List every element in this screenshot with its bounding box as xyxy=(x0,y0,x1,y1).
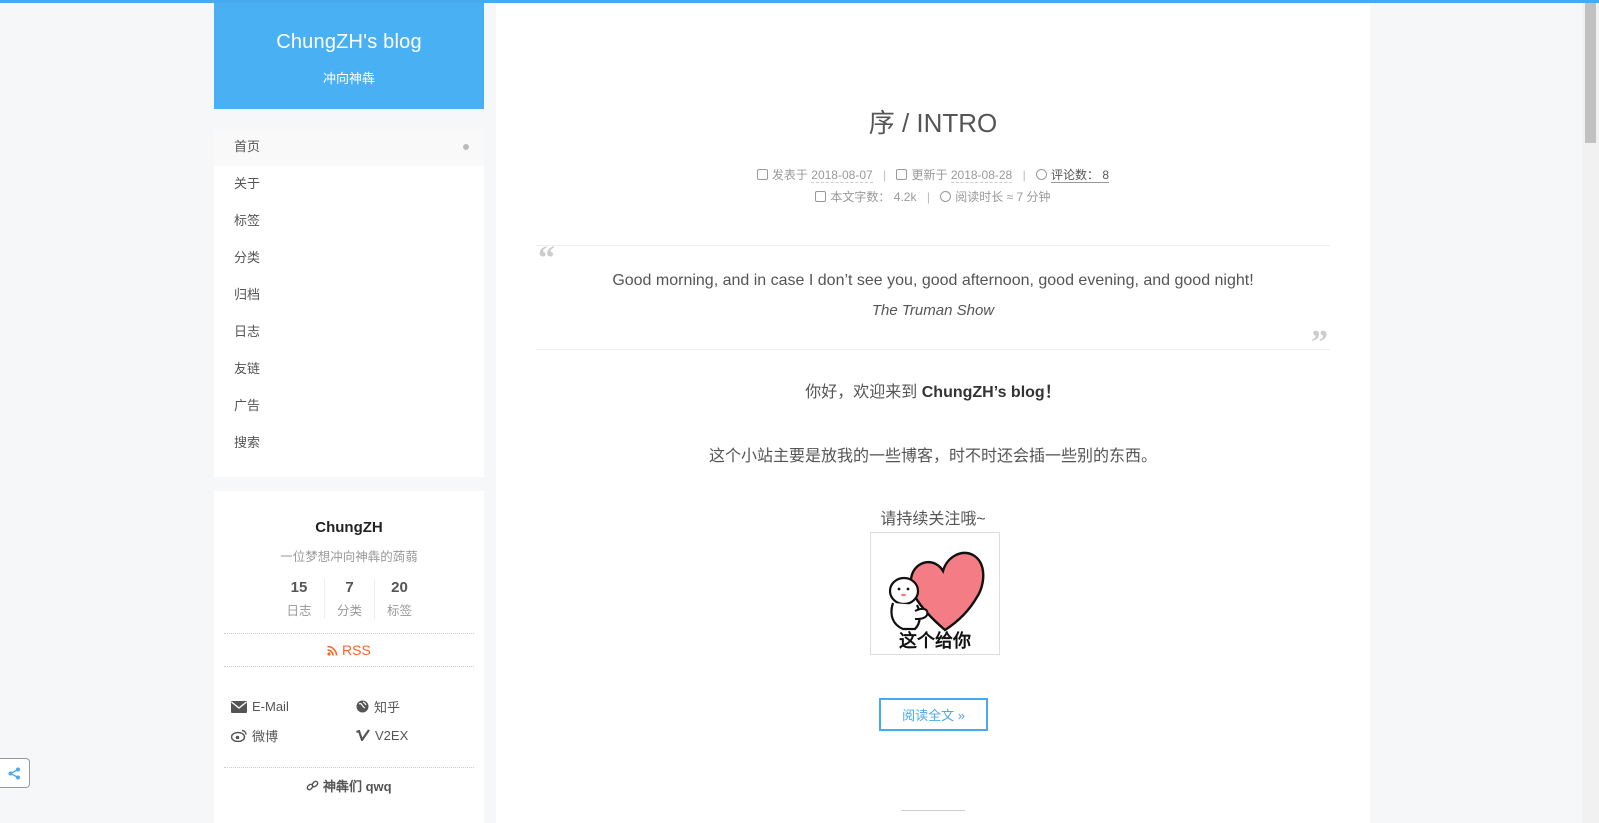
menu-item-tags[interactable]: 标签 xyxy=(214,203,484,240)
menu-item-label: 搜索 xyxy=(234,436,261,451)
link-label: 知乎 xyxy=(374,700,401,715)
clock-icon xyxy=(940,191,952,202)
author-description: 一位梦想冲向神犇的蒟蒻 xyxy=(280,549,418,564)
calendar-icon xyxy=(756,169,768,180)
quote-source: The Truman Show xyxy=(871,302,995,319)
social-links: E-Mail 知乎 微博 V2EX xyxy=(231,697,484,745)
rss-label: RSS xyxy=(342,642,371,658)
read-more-button[interactable]: 阅读全文 » xyxy=(879,698,988,731)
menu-item-label: 友链 xyxy=(234,362,261,377)
author-profile: ChungZH 一位梦想冲向神犇的蒟蒻 15 日志 7 分类 20 标签 RSS… xyxy=(214,491,484,823)
active-dot-icon xyxy=(463,144,469,150)
stat-label: 分类 xyxy=(336,603,362,618)
menu-item-logs[interactable]: 日志 xyxy=(214,314,484,351)
weibo-link[interactable]: 微博 xyxy=(231,726,356,745)
menu-item-categories[interactable]: 分类 xyxy=(214,240,484,277)
comment-icon xyxy=(1036,169,1048,180)
link-label: 微博 xyxy=(252,729,279,744)
author-name: ChungZH xyxy=(315,519,383,536)
quote-open-icon: “ xyxy=(538,240,555,277)
post-container: 序 / INTRO 发表于 2018-08-07 | 更新于 2018-08-2… xyxy=(496,3,1370,823)
friends-label: 神犇们 qwq xyxy=(323,779,392,794)
share-button[interactable] xyxy=(0,758,30,788)
quote-text: Good morning, and in case I don’t see yo… xyxy=(612,272,1254,289)
friends-links-title[interactable]: 神犇们 qwq xyxy=(224,767,474,795)
readtime-label: 阅读时长 ≈ xyxy=(955,190,1014,204)
menu-item-home[interactable]: 首页 xyxy=(214,129,484,166)
file-word-icon xyxy=(815,191,827,202)
menu-item-ads[interactable]: 广告 xyxy=(214,388,484,425)
greeting-blog-name: ChungZH’s blog！ xyxy=(921,384,1061,401)
stat-tags[interactable]: 20 标签 xyxy=(374,579,424,619)
stat-categories[interactable]: 7 分类 xyxy=(324,579,374,619)
quote-close-icon: ” xyxy=(1311,324,1328,361)
site-subtitle: 冲向神犇 xyxy=(322,72,375,87)
readtime-value: 7 分钟 xyxy=(1016,190,1051,204)
email-link[interactable]: E-Mail xyxy=(231,697,356,716)
rss-link[interactable]: RSS xyxy=(224,633,474,667)
page-scrollbar[interactable] xyxy=(1582,3,1599,823)
share-icon xyxy=(8,767,20,779)
updated-date: 2018-08-28 xyxy=(950,168,1013,183)
menu-item-friends[interactable]: 友链 xyxy=(214,351,484,388)
intro-paragraph: 这个小站主要是放我的一些博客，时不时还会插一些别的东西。 xyxy=(708,448,1157,465)
globe-icon xyxy=(356,700,369,713)
site-title[interactable]: ChungZH's blog xyxy=(214,31,484,54)
menu-item-about[interactable]: 关于 xyxy=(214,166,484,203)
stat-label: 日志 xyxy=(286,603,312,618)
published-label: 发表于 xyxy=(771,168,808,182)
rss-icon xyxy=(327,645,338,656)
greeting-prefix: 你好，欢迎来到 xyxy=(805,384,922,401)
menu-item-label: 日志 xyxy=(234,325,261,340)
greeting-paragraph: 你好，欢迎来到 ChungZH’s blog！ xyxy=(496,378,1370,402)
link-chain-icon xyxy=(306,780,319,791)
site-stats: 15 日志 7 分类 20 标签 xyxy=(214,579,484,619)
zhihu-link[interactable]: 知乎 xyxy=(356,697,481,716)
link-label: E-Mail xyxy=(252,699,289,714)
updated-label: 更新于 xyxy=(911,168,948,182)
menu-item-label: 首页 xyxy=(234,140,261,155)
stat-label: 标签 xyxy=(386,603,412,618)
post-meta: 发表于 2018-08-07 | 更新于 2018-08-28 | 评论数： 8… xyxy=(496,164,1370,208)
calendar-check-icon xyxy=(896,169,908,180)
envelope-icon xyxy=(231,700,247,713)
wordcount-label: 本文字数： xyxy=(830,190,891,204)
published-date: 2018-08-07 xyxy=(811,168,873,183)
stat-number: 15 xyxy=(290,579,308,596)
wordcount-value: 4.2k xyxy=(893,190,917,204)
stat-number: 20 xyxy=(391,579,408,596)
link-label: V2EX xyxy=(375,728,409,743)
menu-item-label: 广告 xyxy=(234,399,261,414)
v2ex-link[interactable]: V2EX xyxy=(356,726,481,745)
comments-count-link[interactable]: 评论数： 8 xyxy=(1051,168,1110,183)
sticker-image: 这个给你 xyxy=(870,532,1000,655)
menu-item-search[interactable]: 搜索 xyxy=(214,425,484,462)
main-menu: 首页 关于 标签 分类 归档 日志 友链 广告 搜索 xyxy=(214,129,484,477)
menu-item-label: 关于 xyxy=(234,177,261,192)
menu-item-archives[interactable]: 归档 xyxy=(214,277,484,314)
site-brand[interactable]: ChungZH's blog 冲向神犇 xyxy=(214,3,484,109)
menu-item-label: 归档 xyxy=(234,288,261,303)
sticker-text: 这个给你 xyxy=(899,630,971,652)
stat-number: 7 xyxy=(345,579,354,596)
blockquote: “ Good morning, and in case I don’t see … xyxy=(536,240,1330,360)
stat-posts[interactable]: 15 日志 xyxy=(274,579,324,619)
scrollbar-thumb[interactable] xyxy=(1585,3,1596,143)
menu-item-label: 分类 xyxy=(234,251,261,266)
weibo-icon xyxy=(231,729,247,742)
vimeo-icon xyxy=(356,729,370,742)
post-divider xyxy=(901,810,965,811)
menu-item-label: 标签 xyxy=(234,214,261,229)
post-title[interactable]: 序 / INTRO xyxy=(496,103,1370,140)
follow-paragraph: 请持续关注哦~ xyxy=(880,511,986,528)
